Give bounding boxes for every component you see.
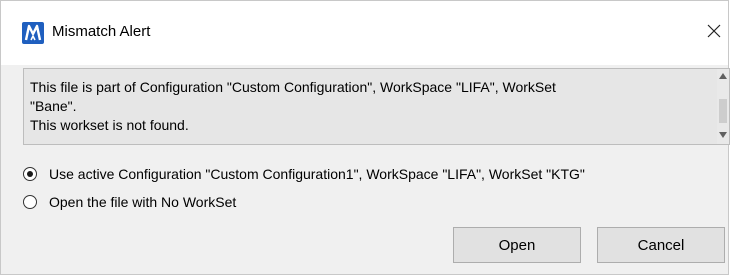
open-button[interactable]: Open — [453, 227, 581, 263]
microstation-icon — [22, 22, 44, 44]
message-line: This workset is not found. — [30, 117, 189, 133]
option-use-active-configuration[interactable]: Use active Configuration "Custom Configu… — [23, 166, 585, 182]
scroll-up-icon[interactable] — [719, 73, 727, 81]
option-open-no-workset[interactable]: Open the file with No WorkSet — [23, 194, 236, 210]
message-box: This file is part of Configuration "Cust… — [23, 68, 730, 145]
title-bar: Mismatch Alert — [1, 1, 728, 65]
radio-button-selected[interactable] — [23, 167, 37, 181]
cancel-button[interactable]: Cancel — [597, 227, 725, 263]
message-line: "Bane". — [30, 98, 77, 114]
radio-button[interactable] — [23, 195, 37, 209]
message-text: This file is part of Configuration "Cust… — [30, 78, 710, 135]
mismatch-alert-dialog: Mismatch Alert This file is part of Conf… — [0, 0, 730, 275]
scroll-down-icon[interactable] — [719, 132, 727, 140]
close-button[interactable] — [700, 15, 728, 49]
option-label: Open the file with No WorkSet — [49, 194, 237, 210]
window-title: Mismatch Alert — [52, 23, 151, 40]
message-scrollbar[interactable] — [717, 69, 729, 144]
scroll-thumb[interactable] — [719, 99, 727, 123]
close-icon — [707, 24, 721, 41]
message-line: This file is part of Configuration "Cust… — [30, 79, 556, 95]
option-label: Use active Configuration "Custom Configu… — [49, 166, 585, 182]
